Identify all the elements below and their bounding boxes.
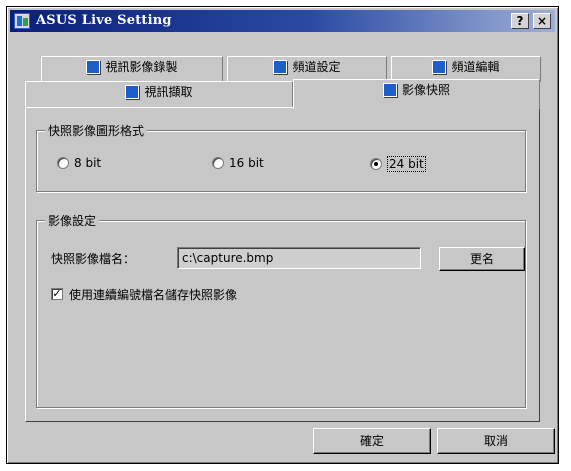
radio-8bit[interactable]: 8 bit: [57, 156, 101, 170]
image-settings-group: 影像設定 快照影像檔名： c:\capture.bmp 更名 ✓ 使用連續編號檔…: [36, 212, 526, 408]
format-group: 快照影像圖形格式 8 bit 16 bit 24 bit: [36, 122, 526, 192]
radio-button[interactable]: [212, 157, 224, 169]
tab-icon: [125, 85, 140, 99]
image-settings-title: 影像設定: [45, 212, 100, 229]
ok-button[interactable]: 確定: [313, 428, 431, 454]
radio-24bit[interactable]: 24 bit: [370, 156, 426, 172]
filename-field[interactable]: c:\capture.bmp: [177, 247, 421, 269]
tab-video-record[interactable]: 視訊影像錄製: [41, 56, 223, 82]
tab-panel: 快照影像圖形格式 8 bit 16 bit 24 bit 影像設定 快照影像檔名…: [25, 107, 540, 422]
auto-name-checkbox[interactable]: ✓: [51, 288, 63, 300]
window-title: ASUS Live Setting: [36, 13, 172, 28]
title-bar[interactable]: ASUS Live Setting ? ×: [10, 10, 555, 32]
tab-icon: [382, 83, 397, 97]
rename-button[interactable]: 更名: [439, 247, 525, 271]
filename-label: 快照影像檔名：: [51, 252, 136, 266]
help-button[interactable]: ?: [511, 13, 529, 29]
tab-video-capture[interactable]: 視訊擷取: [25, 81, 293, 107]
tab-icon: [432, 60, 447, 74]
tab-icon: [273, 60, 288, 74]
close-button[interactable]: ×: [533, 13, 551, 29]
format-group-title: 快照影像圖形格式: [45, 122, 148, 139]
radio-16bit[interactable]: 16 bit: [212, 156, 264, 170]
tab-snapshot[interactable]: 影像快照: [293, 79, 540, 109]
tab-icon: [86, 60, 101, 74]
radio-button[interactable]: [57, 157, 69, 169]
app-icon: [14, 13, 30, 29]
auto-name-label: 使用連續編號檔名儲存快照影像: [69, 288, 238, 302]
radio-button-selected[interactable]: [370, 158, 382, 170]
dialog-window: ASUS Live Setting ? × 視訊影像錄製 頻道設定 頻道編輯 視…: [6, 6, 559, 464]
cancel-button[interactable]: 取消: [437, 428, 555, 454]
